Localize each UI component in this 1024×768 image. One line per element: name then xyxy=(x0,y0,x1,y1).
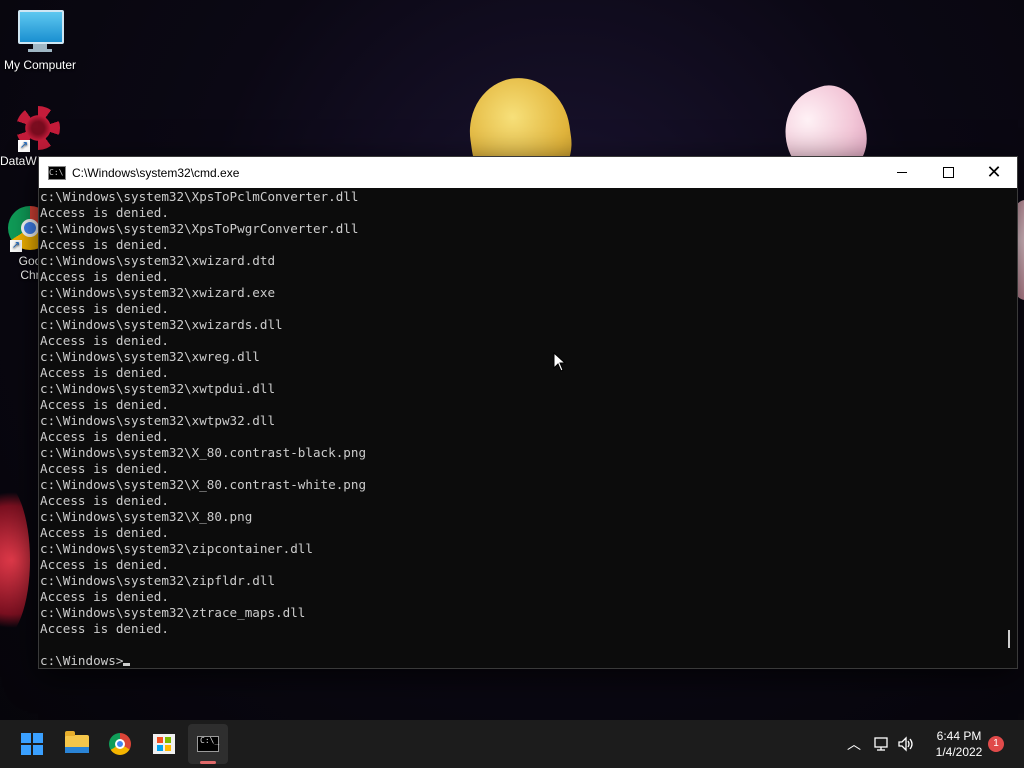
start-button[interactable] xyxy=(12,724,52,764)
vertical-scrollbar[interactable] xyxy=(1001,188,1017,668)
console-line: c:\Windows\system32\X_80.png xyxy=(40,509,253,524)
close-icon: ✕ xyxy=(986,161,1002,183)
window-title: C:\Windows\system32\cmd.exe xyxy=(72,165,240,180)
network-icon[interactable] xyxy=(872,734,892,754)
console-line: c:\Windows\system32\xwtpdui.dll xyxy=(40,381,276,396)
console-line: c:\Windows\system32\zipfldr.dll xyxy=(40,573,276,588)
console-line: Access is denied. xyxy=(40,589,169,604)
console-line: Access is denied. xyxy=(40,557,169,572)
console-line: Access is denied. xyxy=(40,429,169,444)
console-line: c:\Windows\system32\ztrace_maps.dll xyxy=(40,605,306,620)
minimize-icon xyxy=(897,172,907,173)
console-line: Access is denied. xyxy=(40,493,169,508)
console-line: Access is denied. xyxy=(40,461,169,476)
taskbar: C:\_ ︿ 6:44 PM 1/4/2022 xyxy=(0,720,1024,768)
console-line: c:\Windows\system32\xwizard.exe xyxy=(40,285,276,300)
console-line: c:\Windows\system32\xwtpw32.dll xyxy=(40,413,276,428)
console-line: Access is denied. xyxy=(40,621,169,636)
title-bar[interactable]: C:\ C:\Windows\system32\cmd.exe ✕ xyxy=(39,157,1017,188)
console-line: Access is denied. xyxy=(40,397,169,412)
shortcut-arrow-icon: ↗ xyxy=(18,140,30,152)
store-icon xyxy=(153,734,175,754)
console-line: Access is denied. xyxy=(40,365,169,380)
show-hidden-icons-chevron-icon[interactable]: ︿ xyxy=(844,734,864,754)
console-line: c:\Windows\system32\xwizard.dtd xyxy=(40,253,276,268)
monitor-icon xyxy=(18,10,64,54)
text-cursor xyxy=(123,663,131,666)
console-prompt-line: c:\Windows> xyxy=(40,653,1001,668)
notification-badge[interactable]: 1 xyxy=(988,736,1004,752)
cmd-icon: C:\ xyxy=(48,165,66,180)
terminal-icon: C:\_ xyxy=(197,736,219,752)
datawrapper-icon: ↗ xyxy=(16,106,60,152)
console-line: Access is denied. xyxy=(40,301,169,316)
console-line: c:\Windows\system32\X_80.contrast-white.… xyxy=(40,477,367,492)
console-line: Access is denied. xyxy=(40,205,169,220)
cmd-taskbar-button[interactable]: C:\_ xyxy=(188,724,228,764)
clock-date: 1/4/2022 xyxy=(935,745,983,759)
shortcut-arrow-icon: ↗ xyxy=(10,240,22,252)
clock[interactable]: 6:44 PM 1/4/2022 xyxy=(926,728,992,760)
wallpaper-shape xyxy=(0,480,30,640)
file-explorer-button[interactable] xyxy=(57,724,97,764)
scroll-thumb[interactable] xyxy=(1008,630,1010,648)
active-indicator xyxy=(200,761,216,764)
minimize-button[interactable] xyxy=(879,157,925,188)
console-line: Access is denied. xyxy=(40,333,169,348)
folder-icon xyxy=(65,731,89,753)
chrome-icon xyxy=(109,733,131,755)
volume-icon[interactable] xyxy=(896,734,916,754)
console-line: Access is denied. xyxy=(40,525,169,540)
maximize-button[interactable] xyxy=(925,157,971,188)
console-line: c:\Windows\system32\xwizards.dll xyxy=(40,317,283,332)
console-line: c:\Windows\system32\xwreg.dll xyxy=(40,349,260,364)
chrome-taskbar-button[interactable] xyxy=(100,724,140,764)
cmd-window[interactable]: C:\ C:\Windows\system32\cmd.exe ✕ c:\Win… xyxy=(38,156,1018,669)
maximize-icon xyxy=(942,167,954,178)
console-line: Access is denied. xyxy=(40,237,169,252)
windows-logo-icon xyxy=(21,733,43,755)
desktop-icon-my-computer[interactable]: My Computer xyxy=(0,10,80,72)
close-button[interactable]: ✕ xyxy=(971,157,1017,188)
console-line: c:\Windows\system32\XpsToPclmConverter.d… xyxy=(40,189,359,204)
console-line: c:\Windows\system32\XpsToPwgrConverter.d… xyxy=(40,221,359,236)
desktop-icon-label: My Computer xyxy=(3,58,77,72)
console-line: c:\Windows\system32\X_80.contrast-black.… xyxy=(40,445,367,460)
console-line: Access is denied. xyxy=(40,269,169,284)
console-output[interactable]: c:\Windows\system32\XpsToPclmConverter.d… xyxy=(39,188,1001,668)
store-button[interactable] xyxy=(144,724,184,764)
console-line: c:\Windows\system32\zipcontainer.dll xyxy=(40,541,313,556)
clock-time: 6:44 PM xyxy=(936,729,982,743)
